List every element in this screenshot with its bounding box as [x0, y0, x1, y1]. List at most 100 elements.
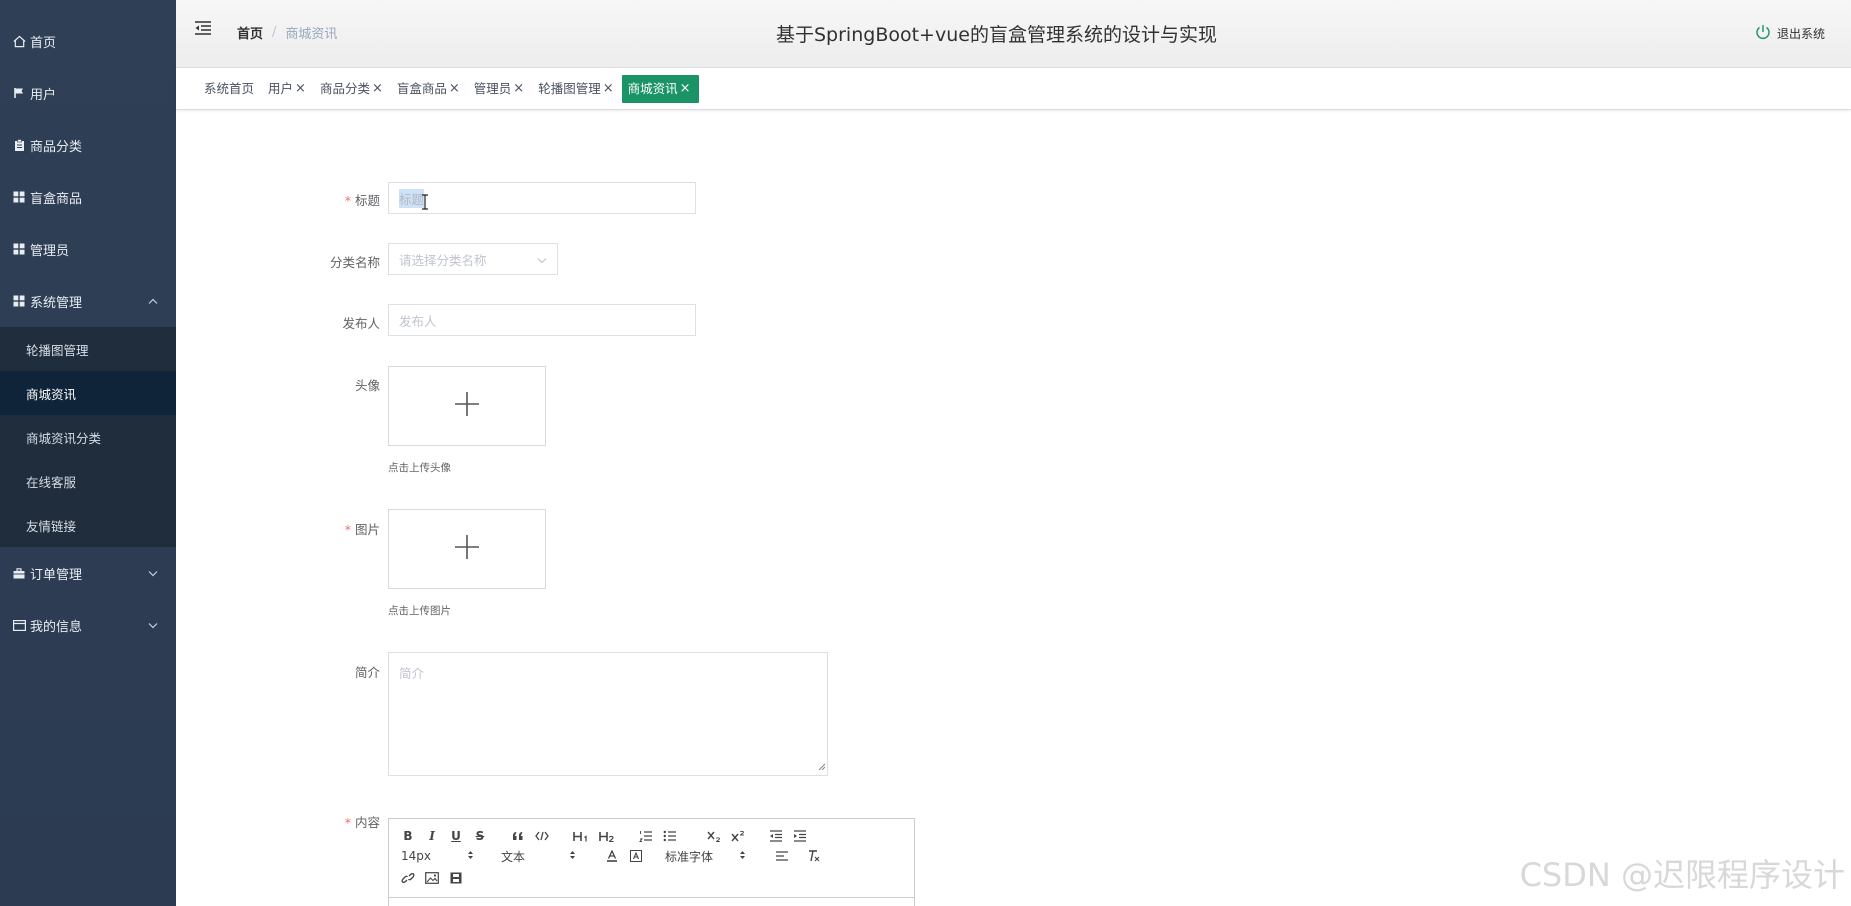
image-icon[interactable]: [425, 872, 439, 884]
sidebar-item-label: 用户: [30, 87, 57, 103]
subscript-icon[interactable]: [707, 830, 721, 842]
image-hint: 点击上传图片: [388, 605, 451, 617]
submenu-item-label: 商城资讯分类: [26, 430, 102, 446]
text-cursor-icon: [421, 194, 429, 214]
grid-icon: [12, 242, 26, 256]
tag-category[interactable]: 商品分类 ×: [314, 75, 391, 103]
sidebar-item-category[interactable]: 商品分类: [0, 119, 176, 171]
select-arrows-icon: [467, 850, 474, 863]
required-mark: *: [344, 815, 351, 830]
publisher-label-text: 发布人: [342, 316, 380, 331]
underline-icon[interactable]: U: [449, 829, 463, 843]
bullet-list-icon[interactable]: [663, 830, 677, 842]
submenu-item-label: 商城资讯: [26, 386, 77, 402]
header-select[interactable]: 文本: [501, 848, 605, 865]
sidebar-item-orders[interactable]: 订单管理: [0, 547, 176, 599]
avatar-upload[interactable]: [388, 366, 546, 446]
tag-label: 管理员: [473, 80, 512, 96]
category-select[interactable]: 请选择分类名称: [388, 243, 558, 275]
submenu-item-label: 轮播图管理: [26, 342, 89, 358]
clear-format-icon[interactable]: [807, 850, 821, 862]
tag-dashboard[interactable]: 系统首页: [198, 75, 262, 103]
home-icon: [12, 34, 26, 48]
publisher-input[interactable]: 发布人: [388, 304, 696, 336]
heading-1-icon[interactable]: [573, 831, 589, 842]
card-icon: [12, 618, 26, 632]
background-color-icon[interactable]: [629, 850, 643, 862]
sidebar-item-label: 首页: [30, 35, 57, 51]
heading-2-icon[interactable]: [599, 831, 615, 842]
sidebar-item-home[interactable]: 首页: [0, 15, 176, 67]
publisher-placeholder: 发布人: [399, 313, 437, 329]
tag-blindbox[interactable]: 盲盒商品 ×: [391, 75, 468, 103]
submenu-item-carousel[interactable]: 轮播图管理: [0, 327, 176, 371]
avatar-hint: 点击上传头像: [388, 462, 451, 474]
text-color-icon[interactable]: [605, 850, 619, 862]
breadcrumb: 首页 / 商城资讯: [237, 23, 337, 42]
tag-admin[interactable]: 管理员 ×: [468, 75, 532, 103]
tag-label: 商城资讯: [627, 80, 678, 96]
code-block-icon[interactable]: [535, 831, 549, 841]
font-family-value: 标准字体: [665, 849, 714, 864]
outdent-icon[interactable]: [769, 830, 783, 842]
submenu-item-news-category[interactable]: 商城资讯分类: [0, 415, 176, 459]
logout-label: 退出系统: [1776, 27, 1825, 41]
tag-user[interactable]: 用户 ×: [262, 75, 314, 103]
close-icon[interactable]: ×: [603, 75, 614, 103]
avatar-label: 头像: [260, 375, 380, 394]
editor-toolbar-row-1: B I U S: [401, 827, 817, 845]
close-icon[interactable]: ×: [295, 75, 306, 103]
close-icon[interactable]: ×: [513, 75, 524, 103]
title-input[interactable]: 标题: [388, 182, 696, 214]
close-icon[interactable]: ×: [372, 75, 383, 103]
title-label-text: 标题: [354, 193, 380, 208]
align-left-icon[interactable]: [775, 850, 789, 862]
required-mark: *: [344, 522, 351, 537]
bold-icon[interactable]: B: [401, 829, 415, 843]
breadcrumb-separator: /: [272, 25, 277, 40]
tag-news[interactable]: 商城资讯 ×: [621, 74, 699, 103]
submenu-item-links[interactable]: 友情链接: [0, 503, 176, 547]
italic-icon[interactable]: I: [425, 829, 439, 843]
logout-button[interactable]: 退出系统: [1755, 24, 1825, 43]
font-size-select[interactable]: 14px: [401, 849, 501, 863]
sidebar-item-user[interactable]: 用户: [0, 67, 176, 119]
submenu-item-news[interactable]: 商城资讯: [0, 371, 176, 415]
editor-toolbar-divider: [389, 897, 914, 898]
indent-icon[interactable]: [793, 830, 807, 842]
sidebar-item-label: 系统管理: [30, 295, 83, 311]
sidebar-item-label: 管理员: [30, 243, 70, 259]
image-upload[interactable]: [388, 509, 546, 589]
font-family-select[interactable]: 标准字体: [665, 848, 775, 865]
sidebar-item-admin[interactable]: 管理员: [0, 223, 176, 275]
ordered-list-icon[interactable]: [639, 830, 653, 842]
tag-label: 盲盒商品: [396, 80, 447, 96]
intro-label-text: 简介: [354, 665, 380, 680]
close-icon[interactable]: ×: [449, 75, 460, 103]
superscript-icon[interactable]: [731, 830, 745, 842]
page-title: 基于SpringBoot+vue的盲盒管理系统的设计与实现: [776, 24, 1217, 46]
avatar-label-text: 头像: [354, 378, 380, 393]
close-icon[interactable]: ×: [680, 75, 691, 103]
sidebar-item-my-info[interactable]: 我的信息: [0, 599, 176, 651]
strikethrough-icon[interactable]: S: [473, 829, 487, 843]
resize-handle-icon[interactable]: [818, 759, 826, 774]
tag-carousel[interactable]: 轮播图管理 ×: [532, 75, 621, 103]
video-icon[interactable]: [449, 872, 463, 884]
breadcrumb-home[interactable]: 首页: [237, 23, 263, 42]
blockquote-icon[interactable]: [511, 831, 525, 841]
sidebar-item-system[interactable]: 系统管理: [0, 275, 176, 327]
breadcrumb-current: 商城资讯: [285, 27, 338, 42]
chevron-down-icon: [537, 252, 547, 267]
required-mark: *: [344, 193, 351, 208]
sidebar: 首页 用户 商品分类 盲盒商品 管理员 系统管理 轮播图管理 商城资讯 商城资讯…: [0, 0, 176, 906]
menu-toggle-icon[interactable]: [194, 20, 212, 40]
sidebar-item-blindbox[interactable]: 盲盒商品: [0, 171, 176, 223]
intro-textarea[interactable]: 简介: [388, 652, 828, 776]
grid-icon: [12, 190, 26, 204]
submenu-item-online-service[interactable]: 在线客服: [0, 459, 176, 503]
chevron-up-icon: [148, 294, 158, 309]
publisher-label: 发布人: [260, 313, 380, 332]
submenu-item-label: 在线客服: [26, 474, 77, 490]
link-icon[interactable]: [401, 872, 415, 884]
